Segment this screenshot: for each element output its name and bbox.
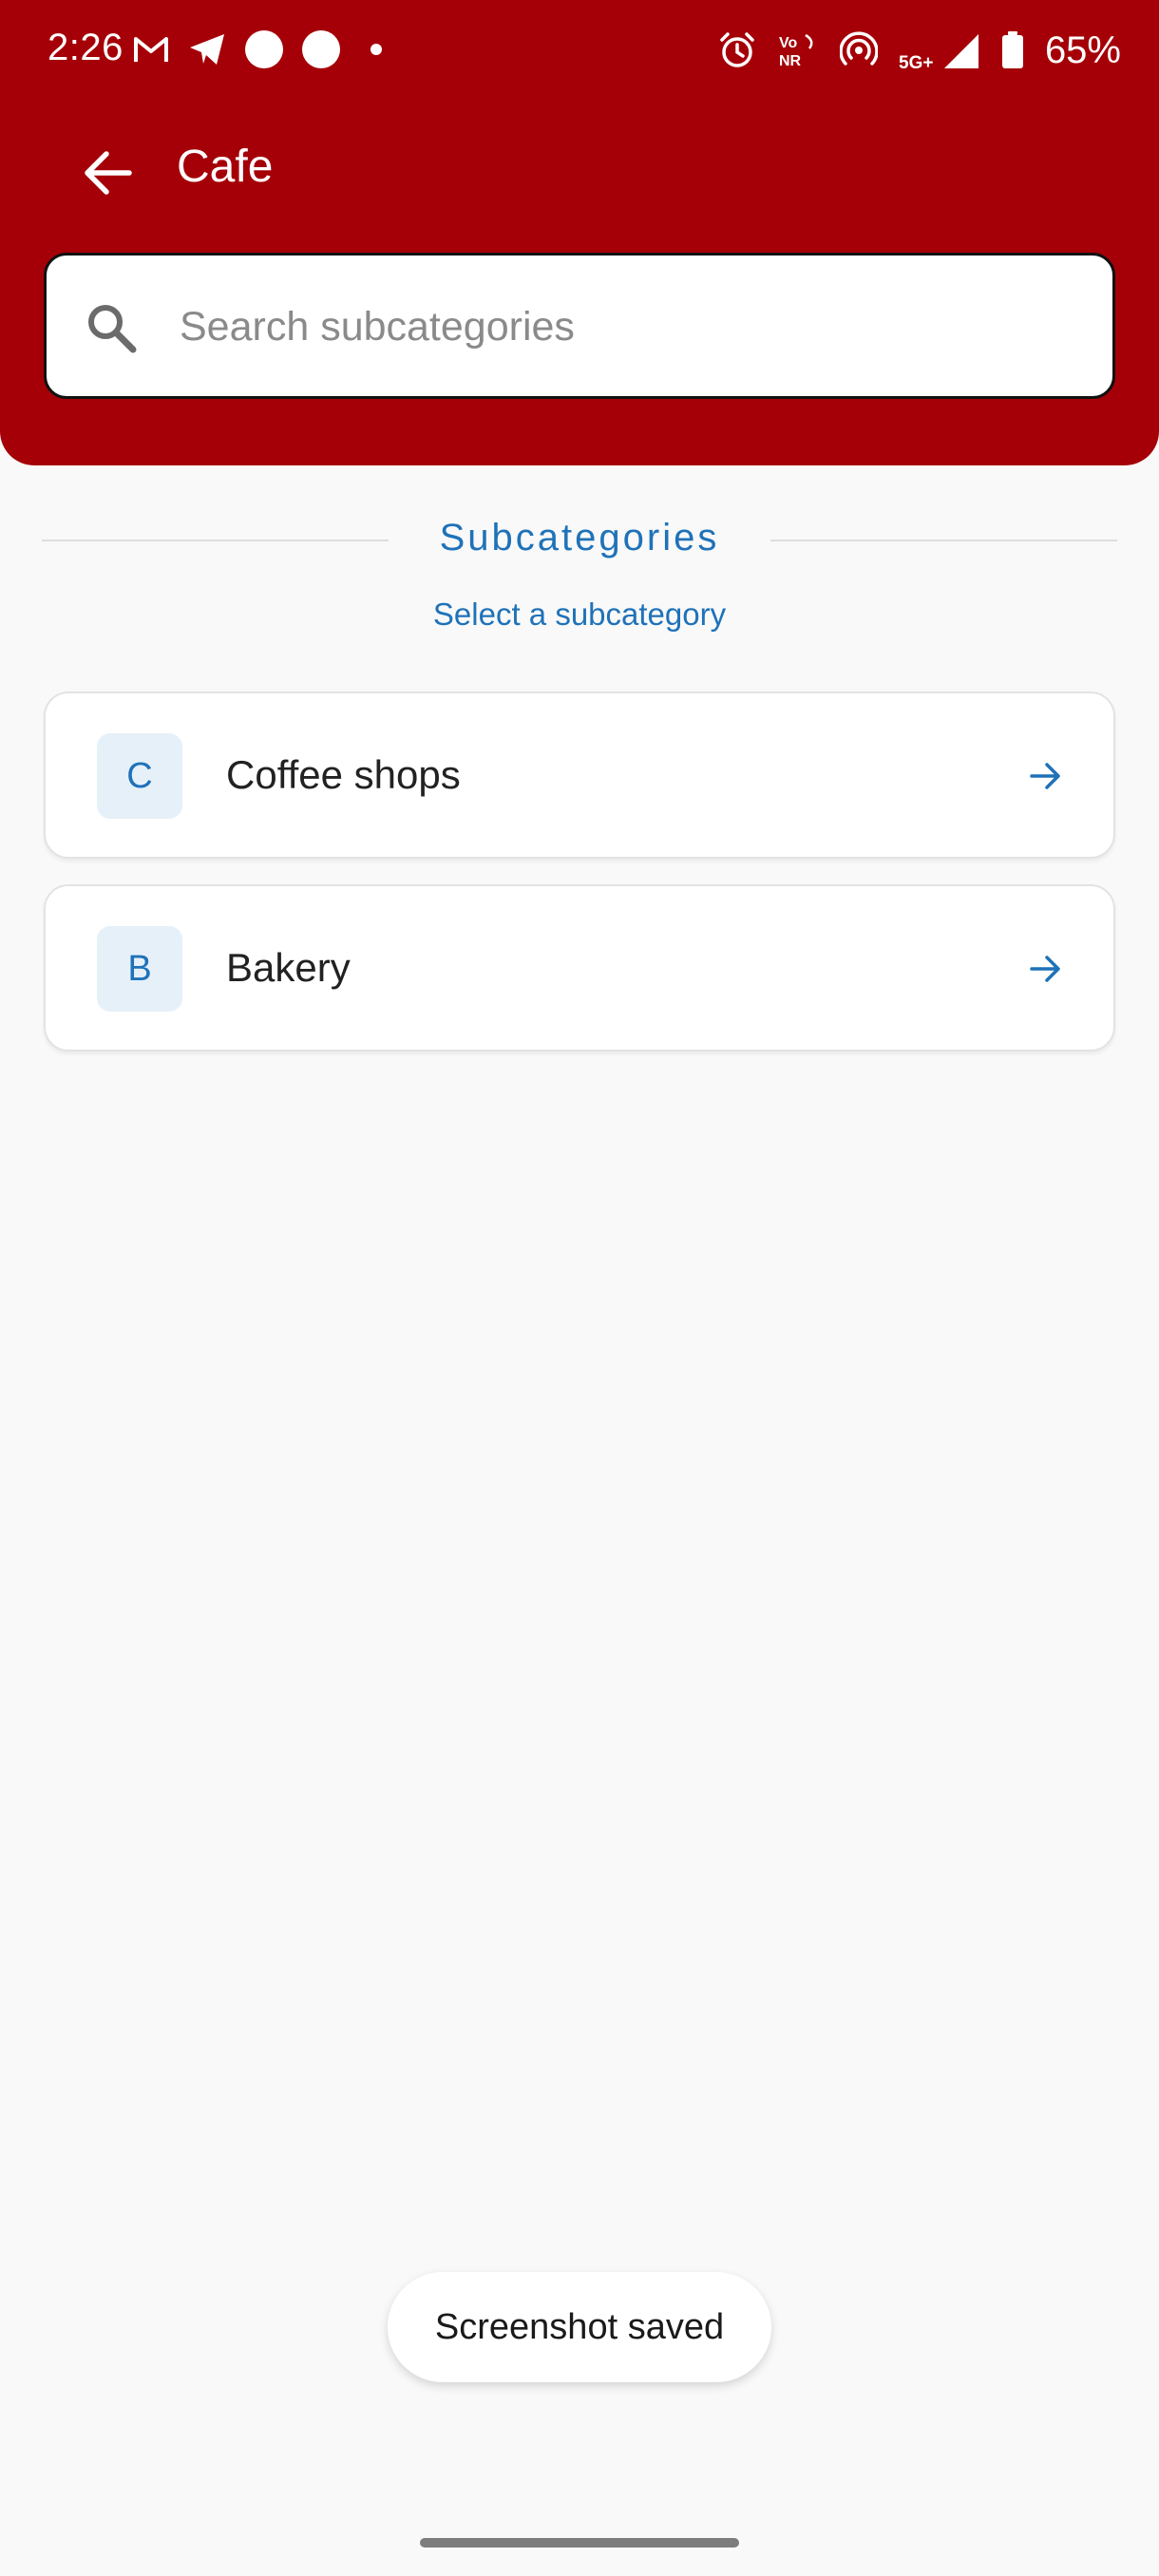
circle-icon [245, 30, 283, 68]
circle-icon [302, 30, 340, 68]
toast-message: Screenshot saved [388, 2272, 771, 2382]
section-heading: Subcategories [42, 513, 1117, 570]
toolbar: Cafe [0, 123, 1159, 209]
notification-icons [133, 28, 382, 70]
arrow-forward-icon [1030, 956, 1060, 982]
subcategory-avatar: C [97, 733, 182, 819]
status-time: 2:26 [48, 27, 124, 68]
search-bar[interactable] [44, 253, 1115, 399]
subcategory-label: Bakery [226, 945, 351, 990]
svg-text:Vo: Vo [779, 35, 797, 51]
section-title: Subcategories [439, 517, 720, 559]
svg-text:5G+: 5G+ [899, 53, 933, 70]
battery-percentage: 65% [1044, 28, 1121, 71]
system-icons: Vo NR 5G+ 65% [718, 27, 1121, 74]
gmail-icon [134, 37, 168, 62]
vonr-icon: Vo NR [779, 33, 813, 69]
search-input[interactable] [180, 284, 1073, 369]
search-icon [88, 305, 137, 353]
arrow-forward-icon [1030, 763, 1060, 789]
app-header: 2:26 Vo NR 5G+ 65% Cafe Search subcatego… [0, 0, 1159, 465]
back-button[interactable] [72, 137, 144, 209]
alarm-icon [720, 32, 754, 67]
battery-icon [1001, 31, 1023, 68]
section-subtitle: Select a subcategory [432, 597, 727, 632]
home-indicator[interactable] [420, 2538, 739, 2548]
status-bar: 2:26 Vo NR 5G+ 65% [0, 0, 1159, 104]
arrow-back-icon [85, 151, 132, 195]
screen: 2:26 Vo NR 5G+ 65% Cafe Search subcatego… [0, 0, 1159, 2576]
subcategory-label: Coffee shops [226, 752, 461, 797]
telegram-icon [190, 34, 224, 65]
dot-icon [370, 44, 382, 55]
page-title: Cafe [177, 142, 274, 192]
subcategory-item-coffee-shops[interactable]: C Coffee shops [44, 691, 1115, 859]
subcategory-item-bakery[interactable]: B Bakery [44, 884, 1115, 1051]
divider [770, 540, 1117, 541]
hotspot-icon [839, 31, 878, 66]
svg-text:NR: NR [779, 53, 802, 69]
5g-signal-icon: 5G+ [899, 34, 978, 70]
subcategory-avatar: B [97, 926, 182, 1012]
